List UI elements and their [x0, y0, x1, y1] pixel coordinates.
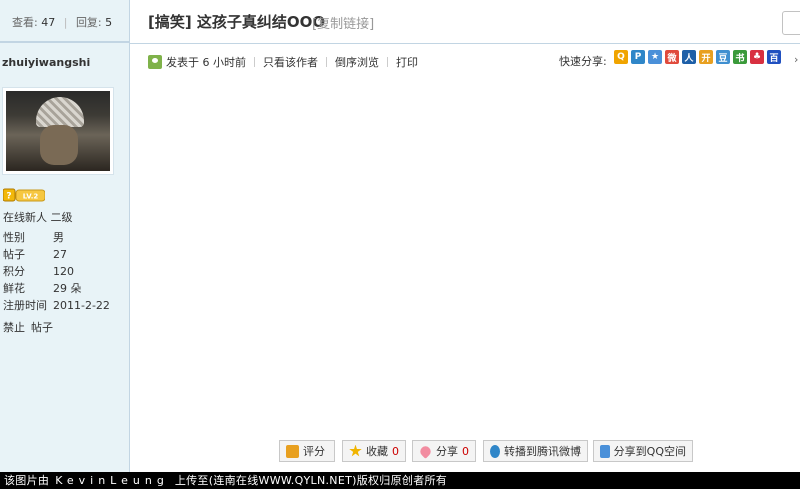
- svg-text:?: ?: [6, 192, 11, 202]
- qq-zone-star-icon: [600, 444, 610, 458]
- pengyou-icon[interactable]: P: [631, 50, 645, 64]
- post-time: 发表于 6 小时前: [166, 56, 246, 69]
- shuqian-icon[interactable]: 书: [733, 50, 747, 64]
- qzone-icon[interactable]: Q: [614, 50, 628, 64]
- avatar-hat: [36, 97, 84, 127]
- avatar-frame[interactable]: [2, 87, 114, 175]
- stat-row-register-date: 注册时间 2011-2-22: [3, 297, 110, 313]
- stat-value: 男: [53, 231, 64, 244]
- tencent-weibo-label: 转播到腾讯微博: [504, 445, 581, 458]
- stat-key: 注册时间: [3, 299, 47, 312]
- image-credit-footer: 该图片由 KevinLeung 上传至(连南在线WWW.QYLN.NET)版权归原创…: [0, 472, 800, 489]
- quick-share-label: 快速分享:: [559, 55, 607, 68]
- views-label: 查看:: [12, 16, 38, 29]
- level-badge-text: LV.2: [23, 193, 39, 201]
- stats-divider-line: [0, 41, 129, 43]
- author-sidebar: 查看: 47 | 回复: 5 zhuiyiwangshi ? LV.2 在线新人…: [0, 0, 130, 472]
- level-badge-icon: ? LV.2: [3, 188, 45, 202]
- kaixin-icon[interactable]: 开: [699, 50, 713, 64]
- renren-icon[interactable]: 人: [682, 50, 696, 64]
- stat-value: 29 朵: [53, 282, 82, 295]
- stat-row-posts: 帖子 27: [3, 246, 67, 262]
- stat-key: 积分: [3, 265, 25, 278]
- clover-icon[interactable]: ♣: [750, 50, 764, 64]
- top-right-button[interactable]: [782, 11, 800, 35]
- qq-zone-label: 分享到QQ空间: [613, 445, 686, 458]
- meta-divider: [326, 57, 327, 67]
- stat-value[interactable]: 27: [53, 248, 67, 261]
- thumb-up-icon: [286, 444, 299, 458]
- rate-label: 评分: [303, 445, 325, 458]
- tencent-weibo-button[interactable]: 转播到腾讯微博: [483, 440, 588, 462]
- thread-stats: 查看: 47 | 回复: 5: [12, 14, 112, 30]
- stat-key: 帖子: [3, 248, 25, 261]
- qq-zone-button[interactable]: 分享到QQ空间: [593, 440, 693, 462]
- heart-icon: [418, 443, 433, 459]
- replies-label: 回复:: [75, 16, 102, 29]
- favorite-count: 0: [392, 444, 399, 458]
- post-meta-bar: 发表于 6 小时前 只看该作者 倒序浏览 打印: [148, 53, 418, 71]
- footer-site: 连南在线WWW.QYLN.NET: [213, 474, 353, 487]
- share-button[interactable]: 分享 0: [412, 440, 476, 462]
- thread-title: [搞笑] 这孩子真纠结OOO: [148, 13, 326, 31]
- author-only-link[interactable]: 只看该作者: [263, 54, 318, 70]
- author-username[interactable]: zhuiyiwangshi: [2, 56, 90, 69]
- copy-link-button[interactable]: [复制链接]: [312, 13, 374, 32]
- footer-author: KevinLeung: [55, 474, 169, 487]
- reverse-order-link[interactable]: 倒序浏览: [335, 54, 379, 70]
- moderation-row: 禁止 帖子: [3, 319, 53, 335]
- rate-button[interactable]: 评分: [279, 440, 335, 462]
- header-divider: [130, 43, 800, 44]
- stat-value: 120: [53, 265, 74, 278]
- online-status: 在线新人 二级: [3, 211, 73, 224]
- stat-row-gender: 性别 男: [3, 229, 64, 245]
- user-posts-link[interactable]: 帖子: [31, 321, 53, 334]
- quick-share-icons: Q P ★ 微人开豆书 ♣ 百: [614, 50, 781, 64]
- favorite-label: 收藏: [366, 445, 388, 458]
- footer-prefix: 该图片由: [4, 474, 50, 487]
- replies-count: 5: [105, 16, 113, 29]
- meta-divider: [254, 57, 255, 67]
- avatar-face: [40, 125, 78, 165]
- share-label: 分享: [436, 445, 458, 458]
- baidu-paw-icon[interactable]: 百: [767, 50, 781, 64]
- online-author-icon: [148, 55, 162, 69]
- print-link[interactable]: 打印: [396, 54, 418, 70]
- stat-key: 性别: [3, 231, 25, 244]
- ban-link[interactable]: 禁止: [3, 321, 25, 334]
- stat-key: 鲜花: [3, 282, 25, 295]
- weibo-icon[interactable]: 微: [665, 50, 679, 64]
- stat-row-flowers: 鲜花 29 朵: [3, 280, 82, 296]
- footer-middle: 上传至(: [174, 474, 214, 487]
- share-count: 0: [462, 444, 469, 458]
- footer-suffix: )版权归原创者所有: [352, 474, 448, 487]
- stat-value: 2011-2-22: [53, 299, 110, 312]
- more-share-arrow-icon[interactable]: ›: [794, 53, 798, 66]
- stat-row-points: 积分 120: [3, 263, 74, 279]
- douban-icon[interactable]: 豆: [716, 50, 730, 64]
- favorite-star-icon[interactable]: ★: [648, 50, 662, 64]
- meta-divider: [387, 57, 388, 67]
- star-icon: [349, 444, 362, 457]
- views-count: 47: [41, 16, 56, 29]
- stats-divider: |: [63, 16, 68, 29]
- favorite-button[interactable]: 收藏 0: [342, 440, 406, 462]
- tencent-weibo-icon: [490, 444, 500, 458]
- avatar[interactable]: [6, 91, 110, 171]
